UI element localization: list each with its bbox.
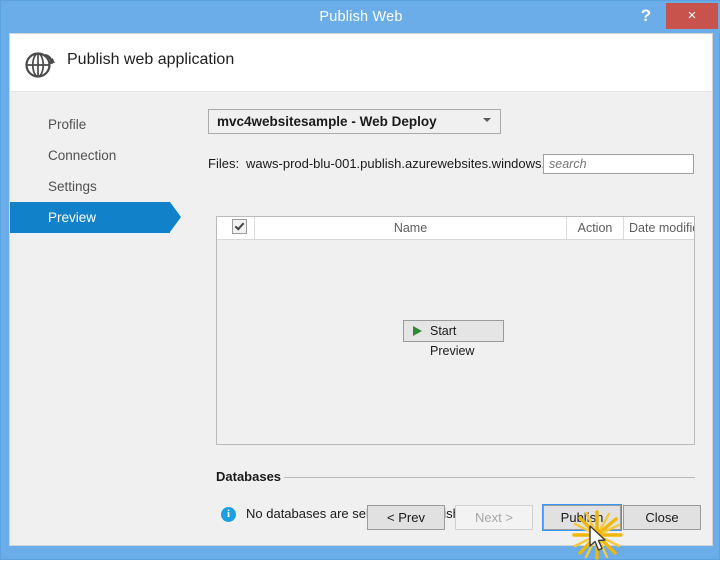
databases-group-label: Databases <box>216 469 282 484</box>
sidebar-item-preview[interactable]: Preview <box>10 202 181 233</box>
page-title: Publish web application <box>67 51 235 68</box>
group-divider <box>284 477 695 478</box>
select-all-cell[interactable] <box>224 217 255 239</box>
column-header-action[interactable]: Action <box>567 217 624 239</box>
next-button: Next > <box>455 505 533 530</box>
sidebar-item-connection[interactable]: Connection <box>10 140 178 171</box>
column-header-name[interactable]: Name <box>255 217 567 239</box>
main-content: mvc4websitesample - Web Deploy Files: wa… <box>208 109 695 522</box>
publish-button[interactable]: Publish <box>543 505 621 530</box>
close-window-button[interactable]: × <box>666 3 718 29</box>
publish-profile-select[interactable]: mvc4websitesample - Web Deploy <box>208 109 501 134</box>
start-preview-label: Start Preview <box>430 324 475 358</box>
globe-publish-icon <box>22 46 58 82</box>
file-preview-list: Name Action Date modifie Start Preview <box>216 216 695 445</box>
files-label: Files: <box>208 156 240 171</box>
dialog-header: Publish web application <box>10 34 712 92</box>
sidebar-item-profile[interactable]: Profile <box>10 109 178 140</box>
select-all-checkbox[interactable] <box>231 219 247 234</box>
files-path-text: waws-prod-blu-001.publish.azurewebsites.… <box>246 156 564 171</box>
prev-button[interactable]: < Prev <box>367 505 445 530</box>
sidebar-item-label: Preview <box>48 210 97 225</box>
dialog-body: Publish web application Profile Connecti… <box>9 33 713 546</box>
sidebar-item-label: Settings <box>48 179 97 194</box>
file-list-header: Name Action Date modifie <box>217 217 694 240</box>
dialog-footer: < Prev Next > Publish Close <box>10 505 712 531</box>
publish-profile-value: mvc4websitesample - Web Deploy <box>217 114 437 129</box>
column-header-date-modified[interactable]: Date modifie <box>624 217 694 239</box>
close-button[interactable]: Close <box>623 505 701 530</box>
sidebar-item-settings[interactable]: Settings <box>10 171 178 202</box>
sidebar-item-label: Profile <box>48 117 87 132</box>
start-preview-button[interactable]: Start Preview <box>403 320 504 358</box>
window-title: Publish Web <box>319 9 403 25</box>
chevron-down-icon <box>483 118 491 122</box>
sidebar-item-label: Connection <box>48 148 117 163</box>
publish-web-dialog-window: Publish Web ? × Publish web application … <box>0 0 720 560</box>
sidebar: Profile Connection Settings Preview <box>10 109 181 233</box>
search-input[interactable] <box>543 154 694 174</box>
titlebar: Publish Web ? × <box>1 1 720 33</box>
help-button[interactable]: ? <box>629 1 663 31</box>
files-row: Files: waws-prod-blu-001.publish.azurewe… <box>208 154 694 176</box>
play-icon <box>413 326 422 336</box>
